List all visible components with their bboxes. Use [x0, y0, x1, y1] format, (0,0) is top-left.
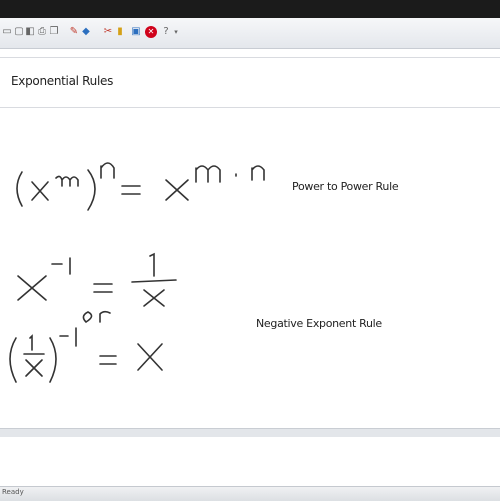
status-bar [0, 486, 500, 501]
rule-label-negative: Negative Exponent Rule [256, 317, 382, 330]
handwriting-ink [9, 162, 265, 383]
rule-label-power: Power to Power Rule [292, 180, 399, 193]
status-text: Ready [2, 488, 24, 496]
canvas-bottom-splitter[interactable] [0, 428, 500, 437]
